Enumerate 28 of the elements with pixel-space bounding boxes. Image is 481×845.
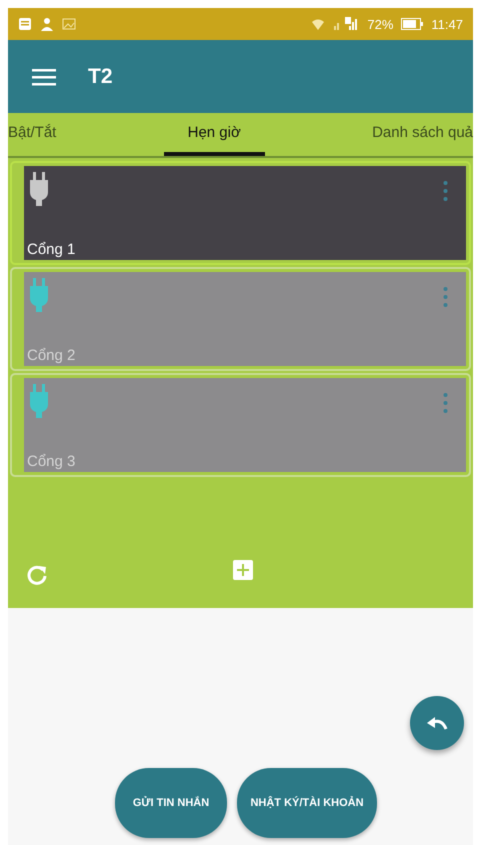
battery-icon xyxy=(401,18,424,30)
undo-button[interactable] xyxy=(410,696,464,750)
tab[interactable]: Danh sách quả xyxy=(372,113,473,156)
add-button[interactable] xyxy=(233,560,253,580)
action-button[interactable]: NHẬT KÝ/TÀI KHOẢN xyxy=(237,768,377,838)
port-name: Cổng 2 xyxy=(27,347,76,364)
plug-icon xyxy=(30,384,48,420)
refresh-button[interactable] xyxy=(26,564,48,586)
more-icon[interactable] xyxy=(443,392,448,414)
port-name: Cổng 3 xyxy=(27,453,76,470)
clock-time: 11:47 xyxy=(431,16,463,32)
undo-icon xyxy=(426,716,448,730)
more-icon[interactable] xyxy=(443,180,448,202)
person-icon xyxy=(40,17,54,31)
app-title: T2 xyxy=(88,64,113,88)
notification-icon xyxy=(18,17,32,31)
tab[interactable]: Bật/Tắt xyxy=(8,113,56,156)
image-icon xyxy=(62,18,76,30)
plug-icon xyxy=(30,278,48,314)
port-name: Cổng 1 xyxy=(27,241,76,258)
signal-icon xyxy=(333,16,360,32)
plug-icon xyxy=(30,172,48,208)
port-card[interactable]: Cổng 1 xyxy=(10,161,471,265)
menu-button[interactable] xyxy=(32,68,56,86)
more-icon[interactable] xyxy=(443,286,448,308)
wifi-icon xyxy=(311,18,326,30)
action-button[interactable]: GỬI TIN NHẮN xyxy=(115,768,227,838)
battery-percent: 72% xyxy=(367,16,394,32)
